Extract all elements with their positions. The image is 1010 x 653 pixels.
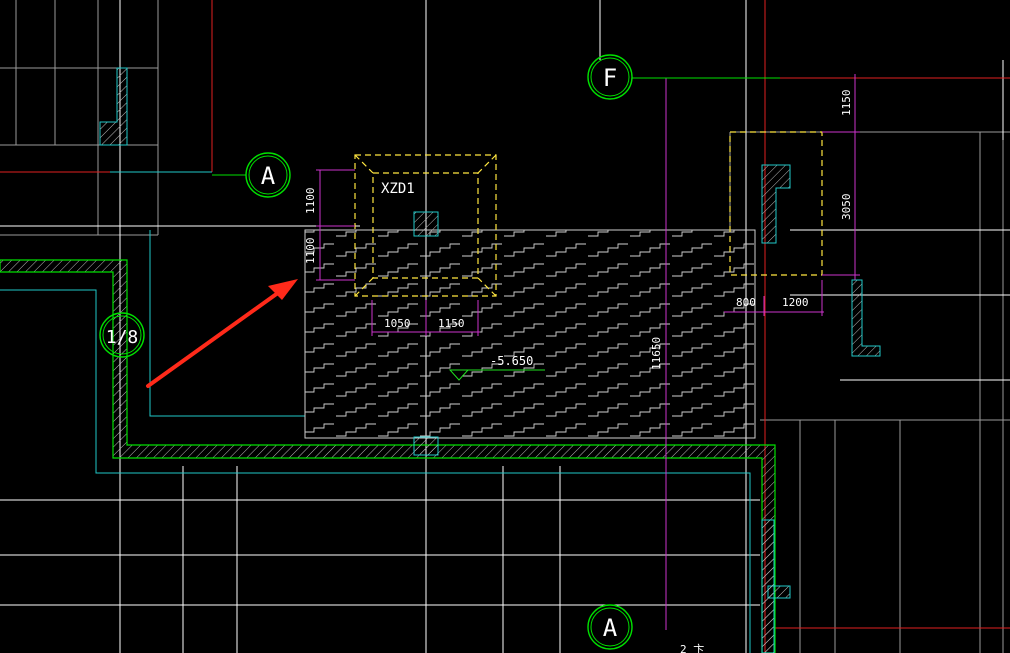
grid-bubble-label: A [261,162,276,190]
grid-bubble-A-top: A [245,152,291,198]
bubble-leaders [212,77,780,176]
dimension-span-vertical: 11650 [650,337,663,370]
dimension-pit-left-bottom: 1050 [384,317,411,330]
dimension-right-middle: 3050 [840,194,853,221]
cad-drawing-canvas: F A 1/8 A XZD1 -5.650 1100 1100 1050 115… [0,0,1010,653]
elevation-label: -5.650 [490,354,533,368]
grid-bubble-label: F [603,64,617,92]
dimension-right-bottom-right: 1200 [782,296,809,309]
dimension-right-top: 1150 [840,90,853,117]
fragment-text: 2 卞 [680,642,704,653]
dimension-right-bottom-left: 800 [736,296,756,309]
dimension-pit-right-bottom: 1150 [438,317,465,330]
grid-bubble-A-bottom: A [587,604,633,650]
grid-bubble-label: A [603,614,618,642]
pit-label: XZD1 [381,181,415,197]
annotation-arrow [146,279,298,388]
dimension-pit-side: 1100 [304,238,317,265]
grid-bubble-label: 1/8 [106,327,139,348]
dimension-pit-top: 1100 [304,188,317,215]
grid-bubble-F: F [587,54,633,100]
